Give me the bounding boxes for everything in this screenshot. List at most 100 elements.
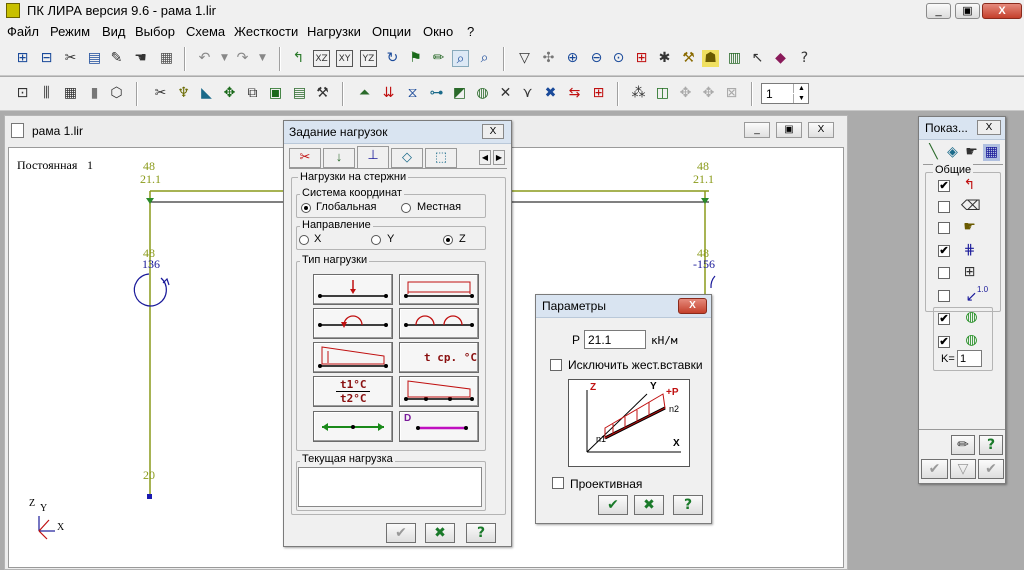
params-cancel-button[interactable]: ✖: [634, 495, 664, 515]
show-apply-all-button[interactable]: ✔: [978, 459, 1004, 479]
show-axes-checkbox[interactable]: ✔: [938, 180, 950, 192]
coord-local-radio[interactable]: [401, 203, 411, 213]
current-load-list[interactable]: [298, 467, 482, 507]
person-icon[interactable]: ☗: [702, 50, 719, 67]
hand-icon[interactable]: ☚: [132, 50, 149, 67]
concentrated-force-button[interactable]: [313, 274, 393, 305]
menu-scheme[interactable]: Схема: [186, 24, 225, 39]
uniform-load-button[interactable]: [399, 274, 479, 305]
undo-icon[interactable]: ↶: [196, 50, 213, 67]
material-icon[interactable]: ◍: [474, 85, 491, 102]
merge-icon[interactable]: ✕: [497, 85, 514, 102]
show-filter-button[interactable]: ▽: [950, 459, 976, 479]
show-frame-checkbox[interactable]: [938, 267, 950, 279]
move-icon[interactable]: ✥: [221, 85, 238, 102]
parameters-close-button[interactable]: X: [678, 298, 707, 314]
nodes-icon[interactable]: ⊡: [14, 85, 31, 102]
filter-icon[interactable]: ▽: [516, 50, 533, 67]
zoom-all-icon[interactable]: ⌕: [476, 50, 493, 67]
zoom-out-icon[interactable]: ⊖: [588, 50, 605, 67]
copy-icon[interactable]: ⧉: [244, 85, 261, 102]
bars-icon[interactable]: ⫼: [38, 85, 55, 102]
zoom-icon[interactable]: ⌕: [452, 50, 469, 67]
wrench-icon[interactable]: ⚒: [314, 85, 331, 102]
split-icon[interactable]: ⋎: [519, 85, 536, 102]
frame-icon[interactable]: ⊞: [633, 50, 650, 67]
axes-icon[interactable]: ↰: [290, 50, 307, 67]
cluster-icon[interactable]: ⁂: [630, 85, 647, 102]
doc-maximize-button[interactable]: ▣: [776, 122, 802, 138]
doc-close-button[interactable]: X: [808, 122, 834, 138]
close-button[interactable]: X: [982, 3, 1022, 19]
show-tab-pointer-icon[interactable]: ☛: [963, 144, 980, 161]
scissors-doc-icon[interactable]: ✂: [62, 50, 79, 67]
redo-icon[interactable]: ↷: [234, 50, 251, 67]
show-grid-checkbox[interactable]: ✔: [938, 245, 950, 257]
direction-y-radio[interactable]: [371, 235, 381, 245]
multi-trapezoid-button[interactable]: [399, 376, 479, 407]
help-icon[interactable]: ?: [796, 50, 813, 67]
show-tab-nodes-icon[interactable]: ◈: [944, 144, 961, 161]
library-icon[interactable]: ▥: [726, 50, 743, 67]
layers-icon[interactable]: ▤: [291, 85, 308, 102]
cut-icon[interactable]: ✂: [152, 85, 169, 102]
imposed-displacement-button[interactable]: [313, 411, 393, 442]
tab-solid-icon[interactable]: ⬚: [425, 148, 457, 168]
spin-up-icon[interactable]: ▲: [793, 84, 809, 93]
doc-edit-icon[interactable]: ✎: [108, 50, 125, 67]
tab-bar-icon[interactable]: ⊥: [357, 146, 389, 168]
temperature-gradient-button[interactable]: t1°C t2°C: [313, 376, 393, 407]
xz-view-icon[interactable]: XZ: [313, 50, 330, 67]
zoom-in-icon[interactable]: ⊕: [564, 50, 581, 67]
load-cancel-button[interactable]: ✖: [425, 523, 455, 543]
menu-loads[interactable]: Нагрузки: [307, 24, 361, 39]
grid-edit-icon[interactable]: ⊞: [590, 85, 607, 102]
hinge-icon[interactable]: ⧖: [404, 85, 421, 102]
load-help-button[interactable]: ?: [466, 523, 496, 543]
xy-view-icon[interactable]: XY: [336, 50, 353, 67]
show-apply-button[interactable]: ✔: [921, 459, 948, 479]
dist-load-icon[interactable]: ⇊: [380, 85, 397, 102]
load-case-spinner[interactable]: 1 ▲ ▼: [761, 83, 809, 104]
direction-z-radio[interactable]: [443, 235, 453, 245]
dynamic-load-button[interactable]: D: [399, 411, 479, 442]
menu-window[interactable]: Окно: [423, 24, 453, 39]
show-fe-a-checkbox[interactable]: ✔: [938, 313, 950, 325]
load-dialog-close-button[interactable]: X: [482, 124, 504, 139]
k-input[interactable]: [957, 350, 982, 367]
menu-help[interactable]: ?: [467, 24, 474, 39]
show-panel-close-button[interactable]: X: [977, 120, 1001, 135]
tab-scroll-right-icon[interactable]: ▶: [493, 150, 505, 165]
copy-tree-icon[interactable]: ⊟: [38, 50, 55, 67]
params-ok-button[interactable]: ✔: [598, 495, 628, 515]
open-tree-icon[interactable]: ⊞: [14, 50, 31, 67]
show-edit-button[interactable]: ✏: [951, 435, 975, 455]
triangle-icon[interactable]: ◣: [198, 85, 215, 102]
redo-dropdown-icon[interactable]: ▼: [254, 50, 271, 67]
p-value-input[interactable]: [584, 330, 646, 349]
menu-file[interactable]: Файл: [7, 24, 39, 39]
tab-plate-icon[interactable]: ◇: [391, 148, 423, 168]
rotate-icon[interactable]: ↻: [384, 50, 401, 67]
menu-select[interactable]: Выбор: [135, 24, 175, 39]
maximize-button[interactable]: ▣: [955, 3, 980, 19]
show-help-button[interactable]: ?: [979, 435, 1003, 455]
yz-view-icon[interactable]: YZ: [360, 50, 377, 67]
doc-icon[interactable]: ▤: [86, 50, 103, 67]
exclude-rigid-checkbox[interactable]: [550, 359, 562, 371]
stack-icon[interactable]: ◫: [654, 85, 671, 102]
tools-icon[interactable]: ✱: [656, 50, 673, 67]
show-eraser-checkbox[interactable]: [938, 201, 950, 213]
zoom-window-icon[interactable]: ⊙: [610, 50, 627, 67]
uniform-temperature-button[interactable]: t ср. °C: [399, 342, 479, 373]
params-help-button[interactable]: ?: [673, 495, 703, 515]
section-icon[interactable]: ◩: [451, 85, 468, 102]
brush-icon[interactable]: ⚒: [680, 50, 697, 67]
load-apply-button[interactable]: ✔: [386, 523, 416, 543]
book-icon[interactable]: ◆: [772, 50, 789, 67]
direction-x-radio[interactable]: [299, 235, 309, 245]
menu-stiffness[interactable]: Жесткости: [234, 24, 298, 39]
spin-down-icon[interactable]: ▼: [793, 94, 809, 103]
node-filter-icon[interactable]: ✣: [540, 50, 557, 67]
tab-scroll-left-icon[interactable]: ◀: [479, 150, 491, 165]
